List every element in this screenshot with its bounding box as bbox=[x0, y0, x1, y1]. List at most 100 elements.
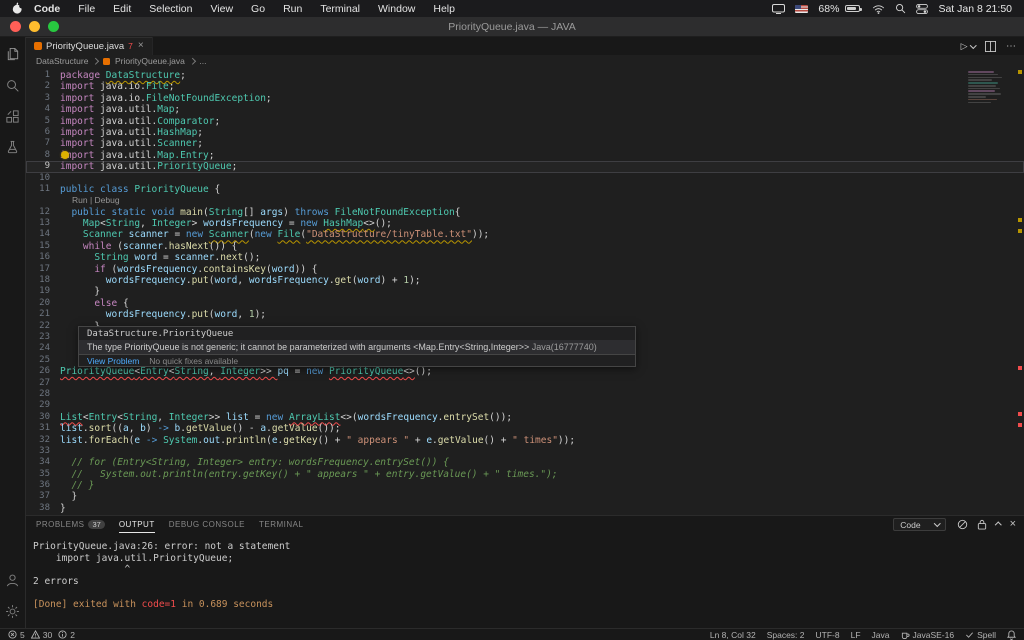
output-channel-select[interactable]: Code bbox=[893, 518, 946, 531]
code-line-2[interactable]: 2import java.io.File; bbox=[26, 81, 1024, 92]
code-line-30[interactable]: 30List<Entry<String, Integer>> list = ne… bbox=[26, 412, 1024, 423]
maximize-panel-icon[interactable] bbox=[995, 522, 1001, 528]
problems-status[interactable]: 5 30 2 bbox=[8, 630, 75, 640]
line-number[interactable]: 36 bbox=[26, 480, 60, 491]
line-number[interactable]: 18 bbox=[26, 275, 60, 286]
code-text[interactable]: String word = scanner.next(); bbox=[60, 252, 260, 263]
line-number[interactable]: 19 bbox=[26, 286, 60, 297]
battery-indicator[interactable]: 68% bbox=[818, 3, 862, 15]
line-number[interactable]: 15 bbox=[26, 241, 60, 252]
panel-tab-terminal[interactable]: TERMINAL bbox=[259, 516, 303, 533]
panel-tab-debug-console[interactable]: DEBUG CONSOLE bbox=[169, 516, 245, 533]
line-number[interactable]: 22 bbox=[26, 321, 60, 332]
code-line-11[interactable]: 11public class PriorityQueue { bbox=[26, 184, 1024, 195]
code-line-21[interactable]: 21 wordsFrequency.put(word, 1); bbox=[26, 309, 1024, 320]
screen-mirroring-icon[interactable] bbox=[772, 4, 785, 14]
indentation[interactable]: Spaces: 2 bbox=[767, 630, 805, 640]
code-text[interactable]: list.forEach(e -> System.out.println(e.g… bbox=[60, 435, 575, 446]
menu-terminal[interactable]: Terminal bbox=[311, 3, 369, 15]
line-number[interactable]: 9 bbox=[26, 161, 60, 172]
menu-edit[interactable]: Edit bbox=[104, 3, 140, 15]
keyboard-input-flag-icon[interactable] bbox=[795, 5, 808, 13]
code-text[interactable]: // } bbox=[60, 480, 94, 491]
line-number[interactable]: 35 bbox=[26, 469, 60, 480]
code-line-8[interactable]: 8import java.util.Map.Entry; bbox=[26, 150, 1024, 161]
notifications-bell-icon[interactable] bbox=[1007, 630, 1016, 640]
code-line-36[interactable]: 36 // } bbox=[26, 480, 1024, 491]
accounts-icon[interactable] bbox=[5, 572, 21, 588]
code-text[interactable]: import java.io.File; bbox=[60, 81, 174, 92]
code-line-12[interactable]: 12 public static void main(String[] args… bbox=[26, 207, 1024, 218]
code-line-34[interactable]: 34 // for (Entry<String, Integer> entry:… bbox=[26, 457, 1024, 468]
breadcrumb-file[interactable]: PriorityQueue.java bbox=[115, 56, 185, 66]
code-text[interactable]: } bbox=[60, 286, 100, 297]
code-text[interactable]: // for (Entry<String, Integer> entry: wo… bbox=[60, 457, 449, 468]
code-line-19[interactable]: 19 } bbox=[26, 286, 1024, 297]
code-line-3[interactable]: 3import java.io.FileNotFoundException; bbox=[26, 93, 1024, 104]
code-text[interactable]: import java.util.Comparator; bbox=[60, 116, 220, 127]
line-number[interactable]: 37 bbox=[26, 491, 60, 502]
line-number[interactable]: 30 bbox=[26, 412, 60, 423]
spell-checker-status[interactable]: Spell bbox=[965, 630, 996, 640]
run-java-button[interactable]: ▷ bbox=[961, 41, 975, 52]
line-number[interactable]: 29 bbox=[26, 400, 60, 411]
code-line-35[interactable]: 35 // System.out.println(entry.getKey() … bbox=[26, 469, 1024, 480]
line-number[interactable]: 38 bbox=[26, 503, 60, 514]
code-text[interactable]: import java.util.Map.Entry; bbox=[60, 150, 214, 161]
code-text[interactable]: import java.util.Scanner; bbox=[60, 138, 203, 149]
code-line-6[interactable]: 6import java.util.HashMap; bbox=[26, 127, 1024, 138]
line-number[interactable]: 3 bbox=[26, 93, 60, 104]
clear-output-icon[interactable] bbox=[957, 519, 968, 530]
eol-sequence[interactable]: LF bbox=[851, 630, 861, 640]
code-line-5[interactable]: 5import java.util.Comparator; bbox=[26, 116, 1024, 127]
testing-beaker-icon[interactable] bbox=[5, 139, 21, 155]
panel-tab-output[interactable]: OUTPUT bbox=[119, 516, 155, 533]
line-number[interactable]: 17 bbox=[26, 264, 60, 275]
wifi-icon[interactable] bbox=[872, 4, 885, 14]
line-number[interactable]: 24 bbox=[26, 343, 60, 354]
line-number[interactable]: 25 bbox=[26, 355, 60, 366]
cursor-position[interactable]: Ln 8, Col 32 bbox=[710, 630, 756, 640]
line-number[interactable]: 27 bbox=[26, 378, 60, 389]
line-number[interactable]: 31 bbox=[26, 423, 60, 434]
spotlight-search-icon[interactable] bbox=[895, 3, 906, 14]
codelens-run-debug[interactable]: Run | Debug bbox=[60, 195, 120, 206]
code-text[interactable]: import java.util.Map; bbox=[60, 104, 180, 115]
code-text[interactable]: package DataStructure; bbox=[60, 70, 186, 81]
line-number[interactable]: 11 bbox=[26, 184, 60, 195]
line-number[interactable]: 21 bbox=[26, 309, 60, 320]
line-number[interactable]: 13 bbox=[26, 218, 60, 229]
code-line-27[interactable]: 27 bbox=[26, 378, 1024, 389]
line-number[interactable]: 2 bbox=[26, 81, 60, 92]
line-number[interactable]: 8 bbox=[26, 150, 60, 161]
code-line-15[interactable]: 15 while (scanner.hasNext()) { bbox=[26, 241, 1024, 252]
breadcrumb-symbol[interactable]: ... bbox=[199, 56, 206, 66]
code-text[interactable]: import java.util.HashMap; bbox=[60, 127, 203, 138]
menu-window[interactable]: Window bbox=[369, 3, 424, 15]
code-text[interactable]: } bbox=[60, 491, 77, 502]
menu-go[interactable]: Go bbox=[242, 3, 274, 15]
line-number[interactable]: 16 bbox=[26, 252, 60, 263]
search-icon[interactable] bbox=[5, 77, 21, 93]
menu-selection[interactable]: Selection bbox=[140, 3, 201, 15]
view-problem-link[interactable]: View Problem bbox=[87, 356, 139, 366]
code-line-26[interactable]: 26PriorityQueue<Entry<String, Integer>> … bbox=[26, 366, 1024, 377]
code-text[interactable]: Scanner scanner = new Scanner(new File("… bbox=[60, 229, 489, 240]
code-text[interactable]: wordsFrequency.put(word, 1); bbox=[60, 309, 266, 320]
code-text[interactable]: public class PriorityQueue { bbox=[60, 184, 220, 195]
code-line-17[interactable]: 17 if (wordsFrequency.containsKey(word))… bbox=[26, 264, 1024, 275]
code-text[interactable]: list.sort((a, b) -> b.getValue() - a.get… bbox=[60, 423, 341, 434]
line-number[interactable]: 7 bbox=[26, 138, 60, 149]
panel-tab-problems[interactable]: PROBLEMS37 bbox=[36, 516, 105, 533]
code-line-16[interactable]: 16 String word = scanner.next(); bbox=[26, 252, 1024, 263]
control-center-icon[interactable] bbox=[916, 4, 928, 14]
line-number[interactable]: 10 bbox=[26, 173, 60, 184]
code-line-31[interactable]: 31list.sort((a, b) -> b.getValue() - a.g… bbox=[26, 423, 1024, 434]
settings-gear-icon[interactable] bbox=[5, 603, 21, 619]
line-number[interactable]: 32 bbox=[26, 435, 60, 446]
code-line-7[interactable]: 7import java.util.Scanner; bbox=[26, 138, 1024, 149]
code-text[interactable]: // System.out.println(entry.getKey() + "… bbox=[60, 469, 558, 480]
line-number[interactable]: 20 bbox=[26, 298, 60, 309]
lock-scroll-icon[interactable] bbox=[977, 519, 987, 530]
code-line-9[interactable]: 9import java.util.PriorityQueue; bbox=[26, 161, 1024, 172]
